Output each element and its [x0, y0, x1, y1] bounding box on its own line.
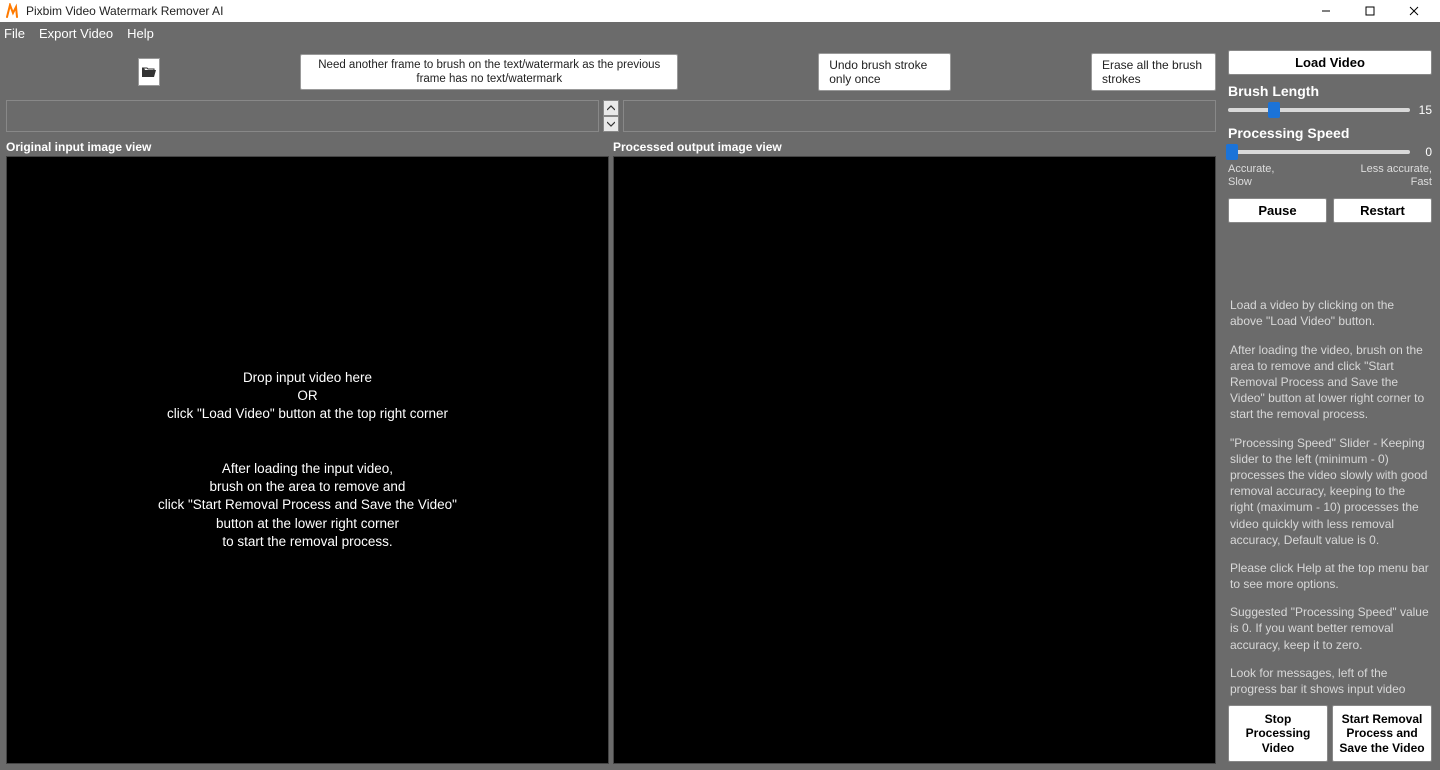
menu-file[interactable]: File: [4, 26, 25, 41]
info-p6: Look for messages, left of the progress …: [1230, 665, 1430, 697]
processing-speed-slider-row: 0: [1228, 145, 1432, 159]
stepper-down-button[interactable]: [603, 116, 619, 132]
title-left: Pixbim Video Watermark Remover AI: [4, 3, 223, 19]
erase-brush-button[interactable]: Erase all the brush strokes: [1091, 53, 1216, 91]
input-view-area[interactable]: Drop input video here OR click "Load Vid…: [6, 156, 609, 764]
info-p4: Please click Help at the top menu bar to…: [1230, 560, 1430, 592]
info-p5: Suggested "Processing Speed" value is 0.…: [1230, 604, 1430, 653]
progress-bar: [623, 100, 1216, 132]
close-button[interactable]: [1392, 0, 1436, 22]
speed-labels: Accurate, Slow Less accurate, Fast: [1228, 163, 1432, 188]
stop-processing-button[interactable]: Stop Processing Video: [1228, 705, 1328, 762]
output-view-label: Processed output image view: [613, 138, 1216, 156]
stepper-up-button[interactable]: [603, 100, 619, 116]
pause-button[interactable]: Pause: [1228, 198, 1327, 223]
chevron-down-icon: [607, 121, 615, 127]
brush-length-slider-row: 15: [1228, 103, 1432, 117]
brush-length-value: 15: [1416, 103, 1432, 117]
undo-brush-button[interactable]: Undo brush stroke only once: [818, 53, 951, 91]
processing-speed-label: Processing Speed: [1228, 125, 1432, 141]
start-removal-button[interactable]: Start Removal Process and Save the Video: [1332, 705, 1432, 762]
menubar: File Export Video Help: [0, 22, 1440, 44]
brush-length-thumb[interactable]: [1268, 102, 1280, 118]
open-folder-button[interactable]: [138, 58, 160, 86]
output-view-area: [613, 156, 1216, 764]
info-panel: Load a video by clicking on the above "L…: [1228, 227, 1432, 697]
bottom-buttons: Stop Processing Video Start Removal Proc…: [1228, 705, 1432, 762]
minimize-button[interactable]: [1304, 0, 1348, 22]
info-p3: "Processing Speed" Slider - Keeping slid…: [1230, 435, 1430, 548]
input-view-column: Original input image view Drop input vid…: [6, 138, 609, 764]
right-panel: Load Video Brush Length 15 Processing Sp…: [1222, 44, 1440, 770]
menu-help[interactable]: Help: [127, 26, 154, 41]
frame-stepper: [603, 100, 619, 132]
left-zone: Need another frame to brush on the text/…: [0, 44, 1222, 770]
chevron-up-icon: [607, 105, 615, 111]
titlebar: Pixbim Video Watermark Remover AI: [0, 0, 1440, 22]
info-p2: After loading the video, brush on the ar…: [1230, 342, 1430, 423]
processing-speed-slider[interactable]: [1228, 150, 1410, 154]
main: Need another frame to brush on the text/…: [0, 44, 1440, 770]
restart-button[interactable]: Restart: [1333, 198, 1432, 223]
processing-speed-value: 0: [1416, 145, 1432, 159]
brush-length-slider[interactable]: [1228, 108, 1410, 112]
speed-label-left: Accurate, Slow: [1228, 163, 1274, 188]
app-logo-icon: [4, 3, 20, 19]
folder-open-icon: [141, 65, 157, 79]
input-view-label: Original input image view: [6, 138, 609, 156]
toolbar-row: Need another frame to brush on the text/…: [6, 50, 1216, 94]
views-row: Original input image view Drop input vid…: [6, 138, 1216, 764]
info-p1: Load a video by clicking on the above "L…: [1230, 297, 1430, 329]
processing-speed-thumb[interactable]: [1226, 144, 1238, 160]
window-title: Pixbim Video Watermark Remover AI: [26, 4, 223, 18]
window-controls: [1304, 0, 1436, 22]
status-field-left: [6, 100, 599, 132]
frame-hint-box: Need another frame to brush on the text/…: [300, 54, 678, 91]
speed-label-right: Less accurate, Fast: [1360, 163, 1432, 188]
output-view-column: Processed output image view: [613, 138, 1216, 764]
menu-export-video[interactable]: Export Video: [39, 26, 113, 41]
maximize-button[interactable]: [1348, 0, 1392, 22]
brush-length-label: Brush Length: [1228, 83, 1432, 99]
load-video-button[interactable]: Load Video: [1228, 50, 1432, 75]
pause-restart-row: Pause Restart: [1228, 198, 1432, 223]
progress-row: [6, 100, 1216, 132]
